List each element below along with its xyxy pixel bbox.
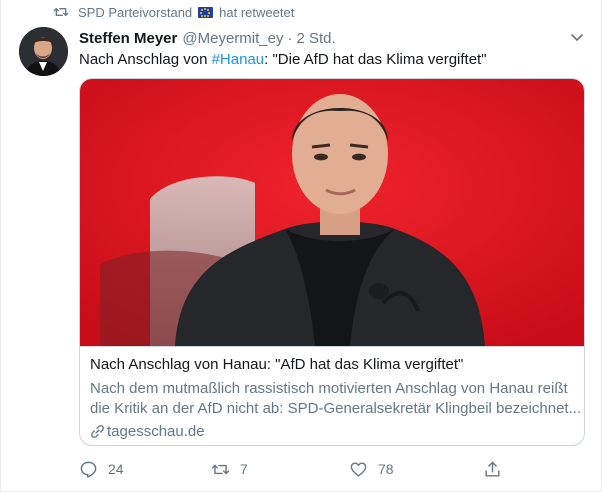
link-icon bbox=[91, 425, 104, 438]
card-image bbox=[80, 79, 584, 346]
retweet-context: SPD Parteivorstand hat retweetet bbox=[53, 3, 294, 21]
card-description-line-1: Nach dem mutmaßlich rassistisch motivier… bbox=[90, 380, 568, 397]
hashtag-link[interactable]: #Hanau bbox=[212, 51, 265, 68]
share-button[interactable] bbox=[483, 458, 512, 480]
eu-flag-icon bbox=[198, 6, 214, 18]
link-preview-card[interactable]: Nach Anschlag von Hanau: "AfD hat das Kl… bbox=[79, 78, 585, 446]
tweet-timestamp[interactable]: 2 Std. bbox=[296, 30, 335, 47]
tweet-text: Nach Anschlag von #Hanau: "Die AfD hat d… bbox=[79, 50, 487, 70]
card-title[interactable]: Nach Anschlag von Hanau: "AfD hat das Kl… bbox=[90, 356, 463, 373]
card-domain-text: tagesschau.de bbox=[107, 423, 205, 440]
separator-dot: · bbox=[287, 29, 293, 47]
chevron-down-icon bbox=[571, 34, 583, 41]
avatar[interactable] bbox=[19, 27, 68, 76]
card-body: Nach Anschlag von Hanau: "AfD hat das Kl… bbox=[80, 346, 584, 440]
heart-icon bbox=[350, 461, 367, 477]
like-count: 78 bbox=[378, 461, 394, 477]
reply-button[interactable]: 24 bbox=[79, 458, 124, 480]
tweet-menu-button[interactable] bbox=[566, 28, 588, 48]
retweet-icon bbox=[53, 7, 69, 16]
share-icon bbox=[485, 461, 500, 477]
author-name[interactable]: Steffen Meyer bbox=[79, 30, 177, 47]
tweet-text-suffix: : "Die AfD hat das Klima vergiftet" bbox=[264, 51, 487, 68]
card-description: Nach dem mutmaßlich rassistisch motivier… bbox=[90, 379, 580, 419]
card-domain[interactable]: tagesschau.de bbox=[90, 423, 205, 440]
retweet-icon bbox=[211, 464, 230, 474]
tweet-text-prefix: Nach Anschlag von bbox=[79, 51, 212, 68]
retweet-count: 7 bbox=[240, 461, 248, 477]
retweeter-name[interactable]: SPD Parteivorstand bbox=[78, 5, 192, 20]
like-button[interactable]: 78 bbox=[349, 458, 394, 480]
retweet-button[interactable]: 7 bbox=[211, 458, 248, 480]
card-description-line-2: die Kritik an der AfD nicht ab: SPD-Gene… bbox=[90, 400, 580, 417]
tweet-header: Steffen Meyer @Meyermit_ey · 2 Std. bbox=[79, 28, 336, 48]
tweet-actions: 24 7 78 bbox=[79, 458, 519, 480]
reply-icon bbox=[80, 461, 97, 478]
author-handle[interactable]: @Meyermit_ey bbox=[182, 30, 283, 47]
tweet-container[interactable]: SPD Parteivorstand hat retweetet Steffen… bbox=[0, 0, 602, 492]
retweet-suffix: hat retweetet bbox=[219, 4, 295, 20]
reply-count: 24 bbox=[108, 461, 124, 477]
